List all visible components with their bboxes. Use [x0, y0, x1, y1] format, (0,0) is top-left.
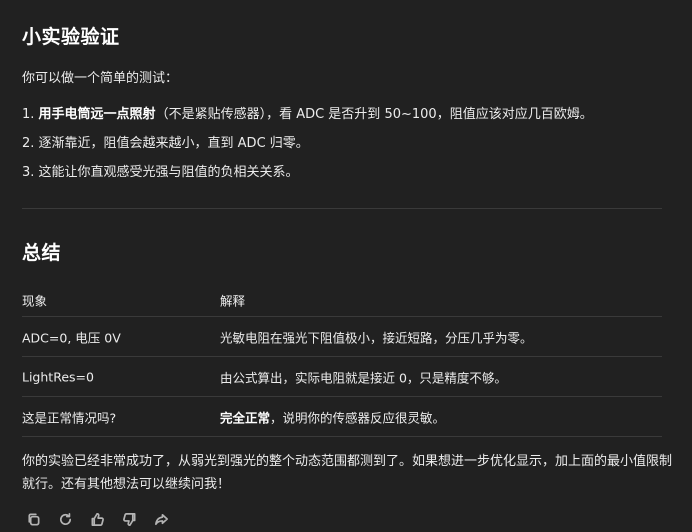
table-cell-phenomenon: ADC=0, 电压 0V [22, 330, 121, 345]
regenerate-icon [59, 512, 71, 525]
table-header-explanation: 解释 [220, 293, 246, 309]
message-actions [22, 508, 172, 530]
table-cell-explanation: 完全正常，说明你的传感器反应很灵敏。 [220, 407, 445, 426]
table-row: 这是正常情况吗? 完全正常，说明你的传感器反应很灵敏。 [22, 397, 662, 437]
copy-button[interactable] [22, 508, 44, 530]
table-cell-explanation-rest: ，说明你的传感器反应很灵敏。 [270, 410, 446, 425]
summary-paragraph: 你的实验已经非常成功了，从弱光到强光的整个动态范围都测到了。如果想进一步优化显示… [22, 454, 673, 492]
list-item-3: 3. 这能让你直观感受光强与阻值的负相关关系。 [22, 165, 299, 180]
list-item-1-rest: （不是紧贴传感器），看 ADC 是否升到 50~100，阻值应该对应几百欧姆。 [155, 107, 593, 122]
thumbs-up-button[interactable] [86, 508, 108, 530]
summary-table: 现象 解释 ADC=0, 电压 0V 光敏电阻在强光下阻值极小，接近短路，分压几… [22, 284, 662, 437]
table-cell-explanation-bold: 完全正常 [220, 410, 271, 425]
table-row: LightRes=0 由公式算出，实际电阻就是接近 0，只是精度不够。 [22, 357, 662, 397]
thumbs-up-icon [91, 512, 104, 526]
list-item-2: 2. 逐渐靠近，阻值会越来越小，直到 ADC 归零。 [22, 136, 309, 151]
section-title-summary: 总结 [22, 242, 62, 264]
section-title-experiment: 小实验验证 [22, 26, 120, 48]
thumbs-down-button[interactable] [118, 508, 140, 530]
list-item-1-number: 1. [22, 107, 35, 122]
table-cell-phenomenon: LightRes=0 [22, 369, 94, 384]
table-header-phenomenon: 现象 [22, 293, 48, 309]
table-cell-phenomenon: 这是正常情况吗? [22, 410, 117, 425]
share-icon [154, 513, 168, 525]
share-button[interactable] [150, 508, 172, 530]
table-cell-explanation: 光敏电阻在强光下阻值极小，接近短路，分压几乎为零。 [220, 330, 533, 345]
table-row: ADC=0, 电压 0V 光敏电阻在强光下阻值极小，接近短路，分压几乎为零。 [22, 317, 662, 357]
table-cell-explanation: 由公式算出，实际电阻就是接近 0，只是精度不够。 [220, 370, 507, 385]
regenerate-button[interactable] [54, 508, 76, 530]
copy-icon [27, 513, 39, 525]
list-item-1: 1. 用手电筒远一点照射（不是紧贴传感器），看 ADC 是否升到 50~100，… [22, 103, 593, 122]
intro-text: 你可以做一个简单的测试： [22, 71, 179, 86]
thumbs-down-icon [122, 512, 135, 526]
section-divider [22, 208, 662, 209]
table-header-row: 现象 解释 [22, 284, 662, 317]
list-item-1-bold: 用手电筒远一点照射 [38, 107, 156, 122]
